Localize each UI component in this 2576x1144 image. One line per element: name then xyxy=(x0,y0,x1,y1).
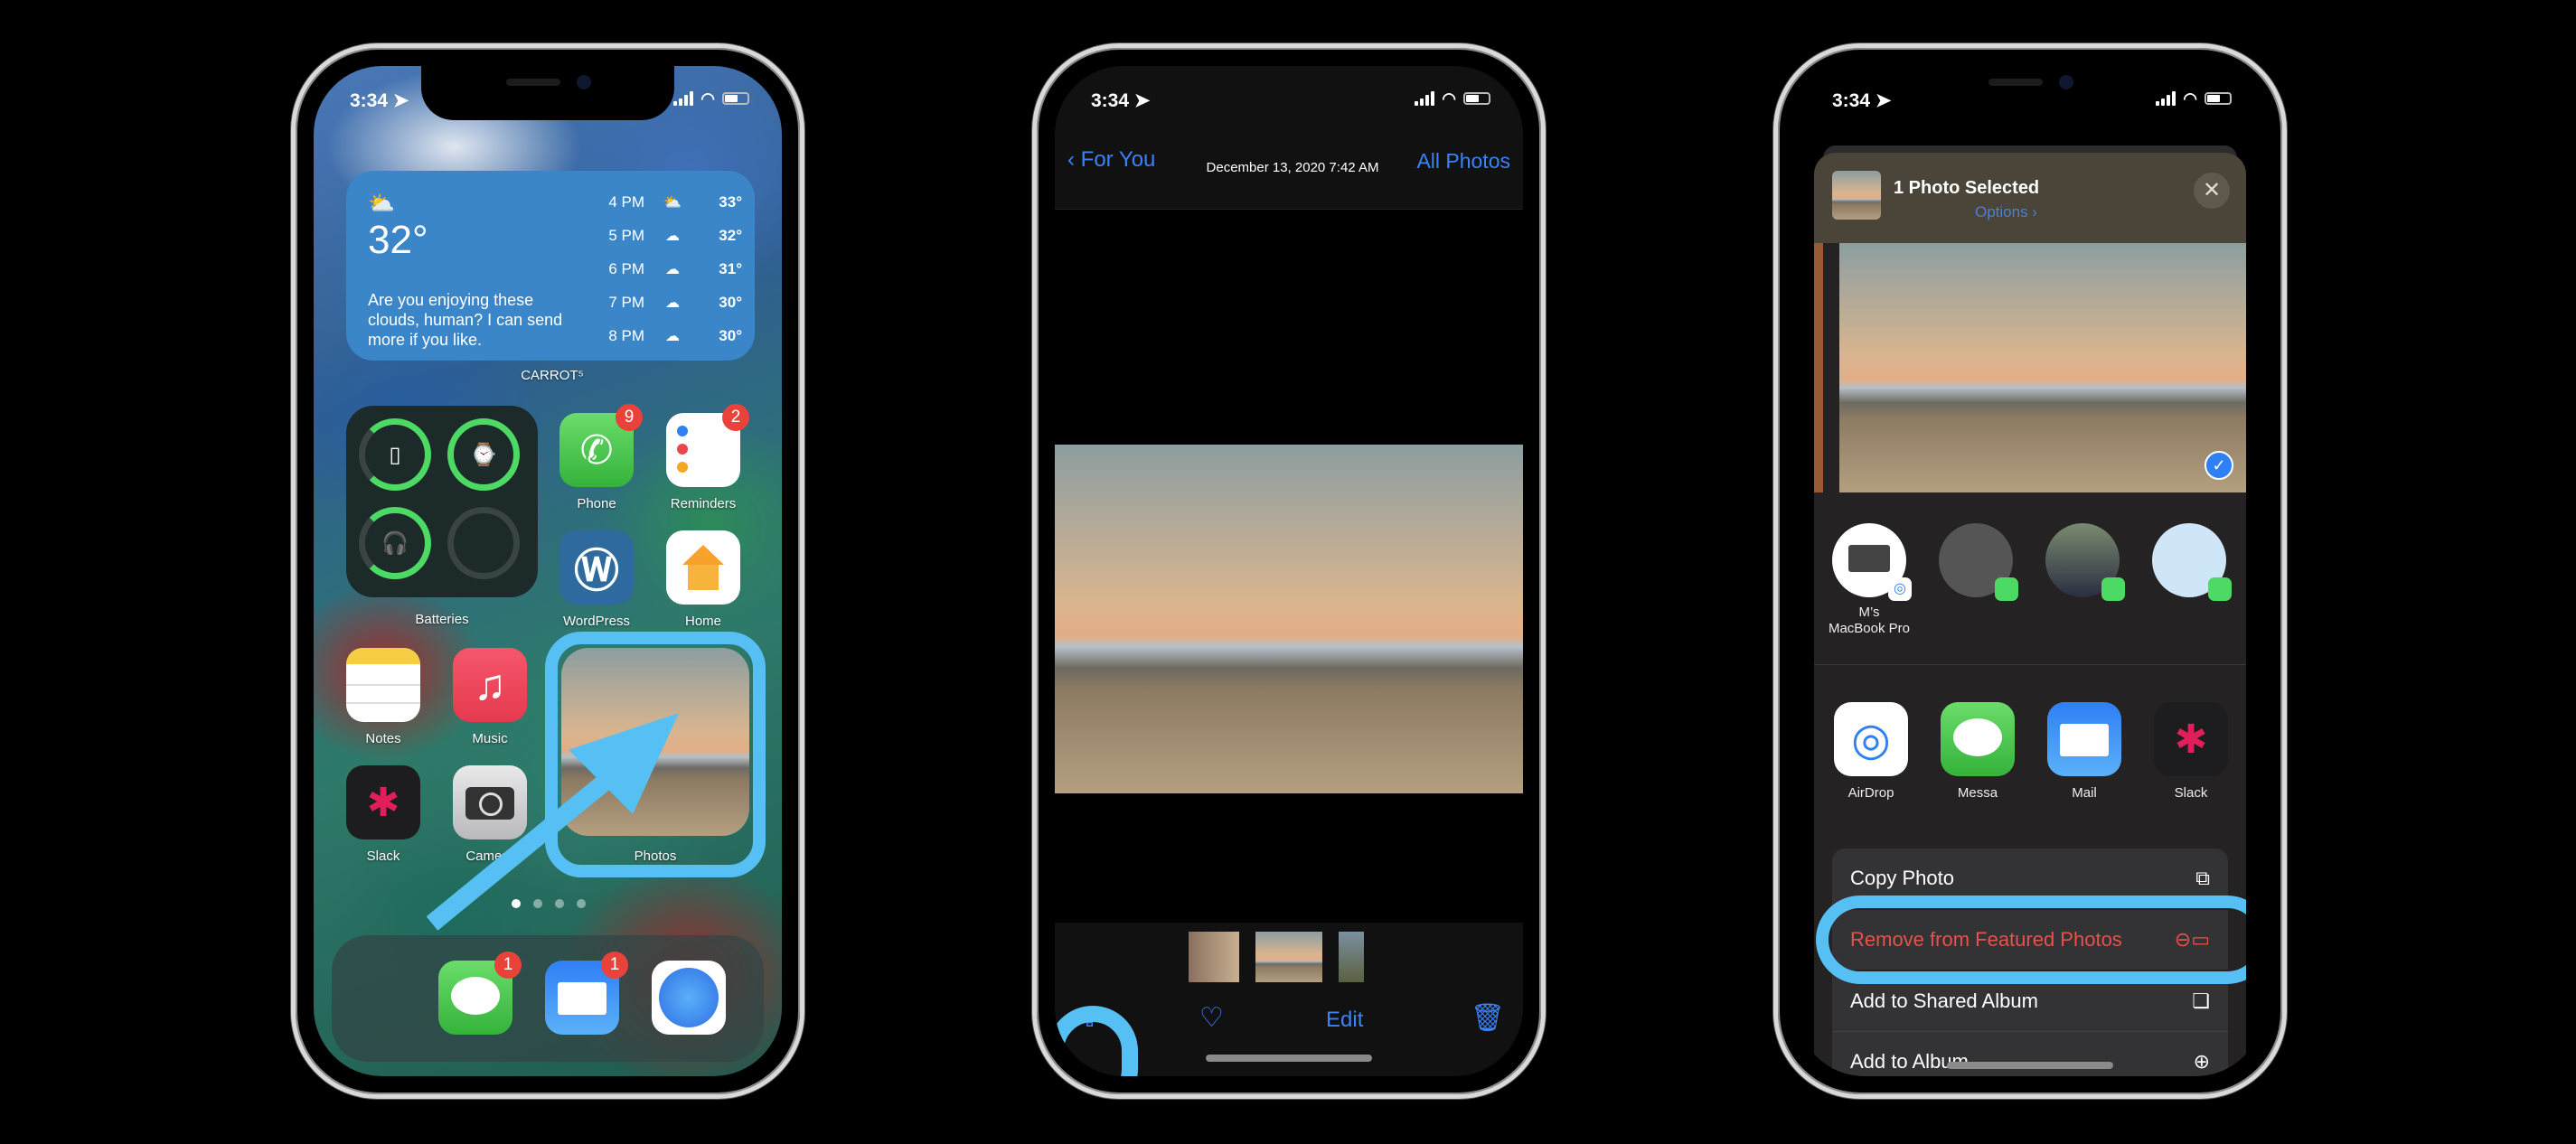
share-sheet: 1 Photo Selected Options › ✕ ✓ ◎ M’s MacB… xyxy=(1814,153,2246,1076)
messages-badge-icon xyxy=(2101,577,2125,601)
status-time: 3:34 ➤ xyxy=(350,90,409,111)
options-button[interactable]: Options › xyxy=(1975,203,2037,221)
edit-button[interactable]: Edit xyxy=(1326,1008,1363,1033)
battery-icon xyxy=(1463,92,1490,105)
trash-icon[interactable]: 🗑 xyxy=(1471,1002,1505,1034)
back-button[interactable]: ‹ For You xyxy=(1067,147,1155,173)
add-album-icon: ⊕ xyxy=(2193,1049,2210,1073)
photos-screen: 3:34 ➤ ◠ ‹ For You December 13, 2020 7:4… xyxy=(1055,66,1523,1076)
thumbnail[interactable] xyxy=(1189,932,1239,982)
divider xyxy=(1814,664,2246,665)
messages-badge-icon xyxy=(1995,577,2018,601)
status-time: 3:34 ➤ xyxy=(1832,90,1892,111)
photos-nav-bar: ‹ For You December 13, 2020 7:42 AM All … xyxy=(1055,129,1523,210)
share-sheet-header: 1 Photo Selected Options › ✕ xyxy=(1814,153,2246,243)
messages-label: Messa xyxy=(1957,785,1998,801)
wifi-icon: ◠ xyxy=(1442,89,1456,108)
all-photos-button[interactable]: All Photos xyxy=(1416,149,1510,173)
selected-photo-thumbnail xyxy=(1832,171,1881,220)
location-arrow-icon: ➤ xyxy=(1133,90,1151,111)
battery-icon xyxy=(2205,92,2232,105)
checkmark-icon[interactable]: ✓ xyxy=(2205,451,2233,480)
signal-icon xyxy=(673,91,694,106)
speech-bubble-icon xyxy=(1953,718,2002,756)
signal-icon xyxy=(1415,91,1435,106)
thumbnail-selected[interactable] xyxy=(1255,932,1322,982)
contact-group[interactable] xyxy=(1939,523,2018,601)
slack-logo-icon: ✱ xyxy=(2174,717,2208,762)
annotation-highlight-remove xyxy=(1816,896,2246,984)
airdrop-label: AirDrop xyxy=(1847,785,1894,801)
battery-icon xyxy=(722,92,749,105)
status-bar: 3:34 ➤ ◠ xyxy=(1796,66,2264,129)
share-screen: 3:34 ➤ ◠ 1 Photo Selected Options › ✕ ✓ xyxy=(1796,66,2264,1076)
envelope-icon xyxy=(2060,724,2109,756)
heart-icon[interactable]: ♡ xyxy=(1199,1002,1224,1034)
signal-icon xyxy=(2156,91,2176,106)
contact-memoji[interactable] xyxy=(2152,523,2232,601)
share-photo-preview: ✓ xyxy=(1839,243,2246,492)
mail-share-icon[interactable] xyxy=(2047,702,2121,776)
wifi-icon: ◠ xyxy=(700,89,715,108)
shared-album-icon: ❏ xyxy=(2192,989,2210,1012)
home-indicator xyxy=(1206,1055,1372,1062)
airdrop-icon: ◎ xyxy=(1851,714,1891,764)
contact-label: M’s MacBook Pro xyxy=(1828,605,1911,636)
airdrop-badge-icon: ◎ xyxy=(1888,577,1912,601)
add-to-album-action[interactable]: Add to Album ⊕ xyxy=(1832,1031,2228,1076)
location-arrow-icon: ➤ xyxy=(392,90,409,111)
status-bar: 3:34 ➤ ◠ xyxy=(1055,66,1523,129)
contact-person[interactable] xyxy=(2045,523,2125,601)
slack-label: Slack xyxy=(2174,785,2208,801)
messages-share-icon[interactable] xyxy=(1941,702,2015,776)
laptop-icon xyxy=(1848,545,1890,572)
close-icon[interactable]: ✕ xyxy=(2194,173,2230,209)
location-arrow-icon: ➤ xyxy=(1875,90,1892,111)
phone-photos-app: 3:34 ➤ ◠ ‹ For You December 13, 2020 7:4… xyxy=(1032,43,1546,1099)
messages-badge-icon xyxy=(2208,577,2232,601)
selection-title: 1 Photo Selected xyxy=(1894,178,2040,198)
slack-share-icon[interactable]: ✱ xyxy=(2154,702,2228,776)
status-time: 3:34 ➤ xyxy=(1091,90,1151,111)
mail-label: Mail xyxy=(2072,785,2097,801)
wifi-icon: ◠ xyxy=(2183,89,2197,108)
contact-macbook[interactable]: ◎ xyxy=(1832,523,1912,601)
previous-photo-edge xyxy=(1814,243,1823,492)
status-bar: 3:34 ➤ ◠ xyxy=(314,66,782,129)
copy-icon: ⧉ xyxy=(2195,867,2210,889)
featured-photo[interactable] xyxy=(1055,445,1523,793)
thumbnail[interactable] xyxy=(1339,932,1364,982)
photo-date: December 13, 2020 7:42 AM xyxy=(1206,160,1379,175)
home-indicator xyxy=(1947,1062,2113,1069)
airdrop-app-icon[interactable]: ◎ xyxy=(1834,702,1908,776)
chevron-left-icon: ‹ xyxy=(1067,147,1075,172)
phone-share-sheet: 3:34 ➤ ◠ 1 Photo Selected Options › ✕ ✓ xyxy=(1773,43,2287,1099)
